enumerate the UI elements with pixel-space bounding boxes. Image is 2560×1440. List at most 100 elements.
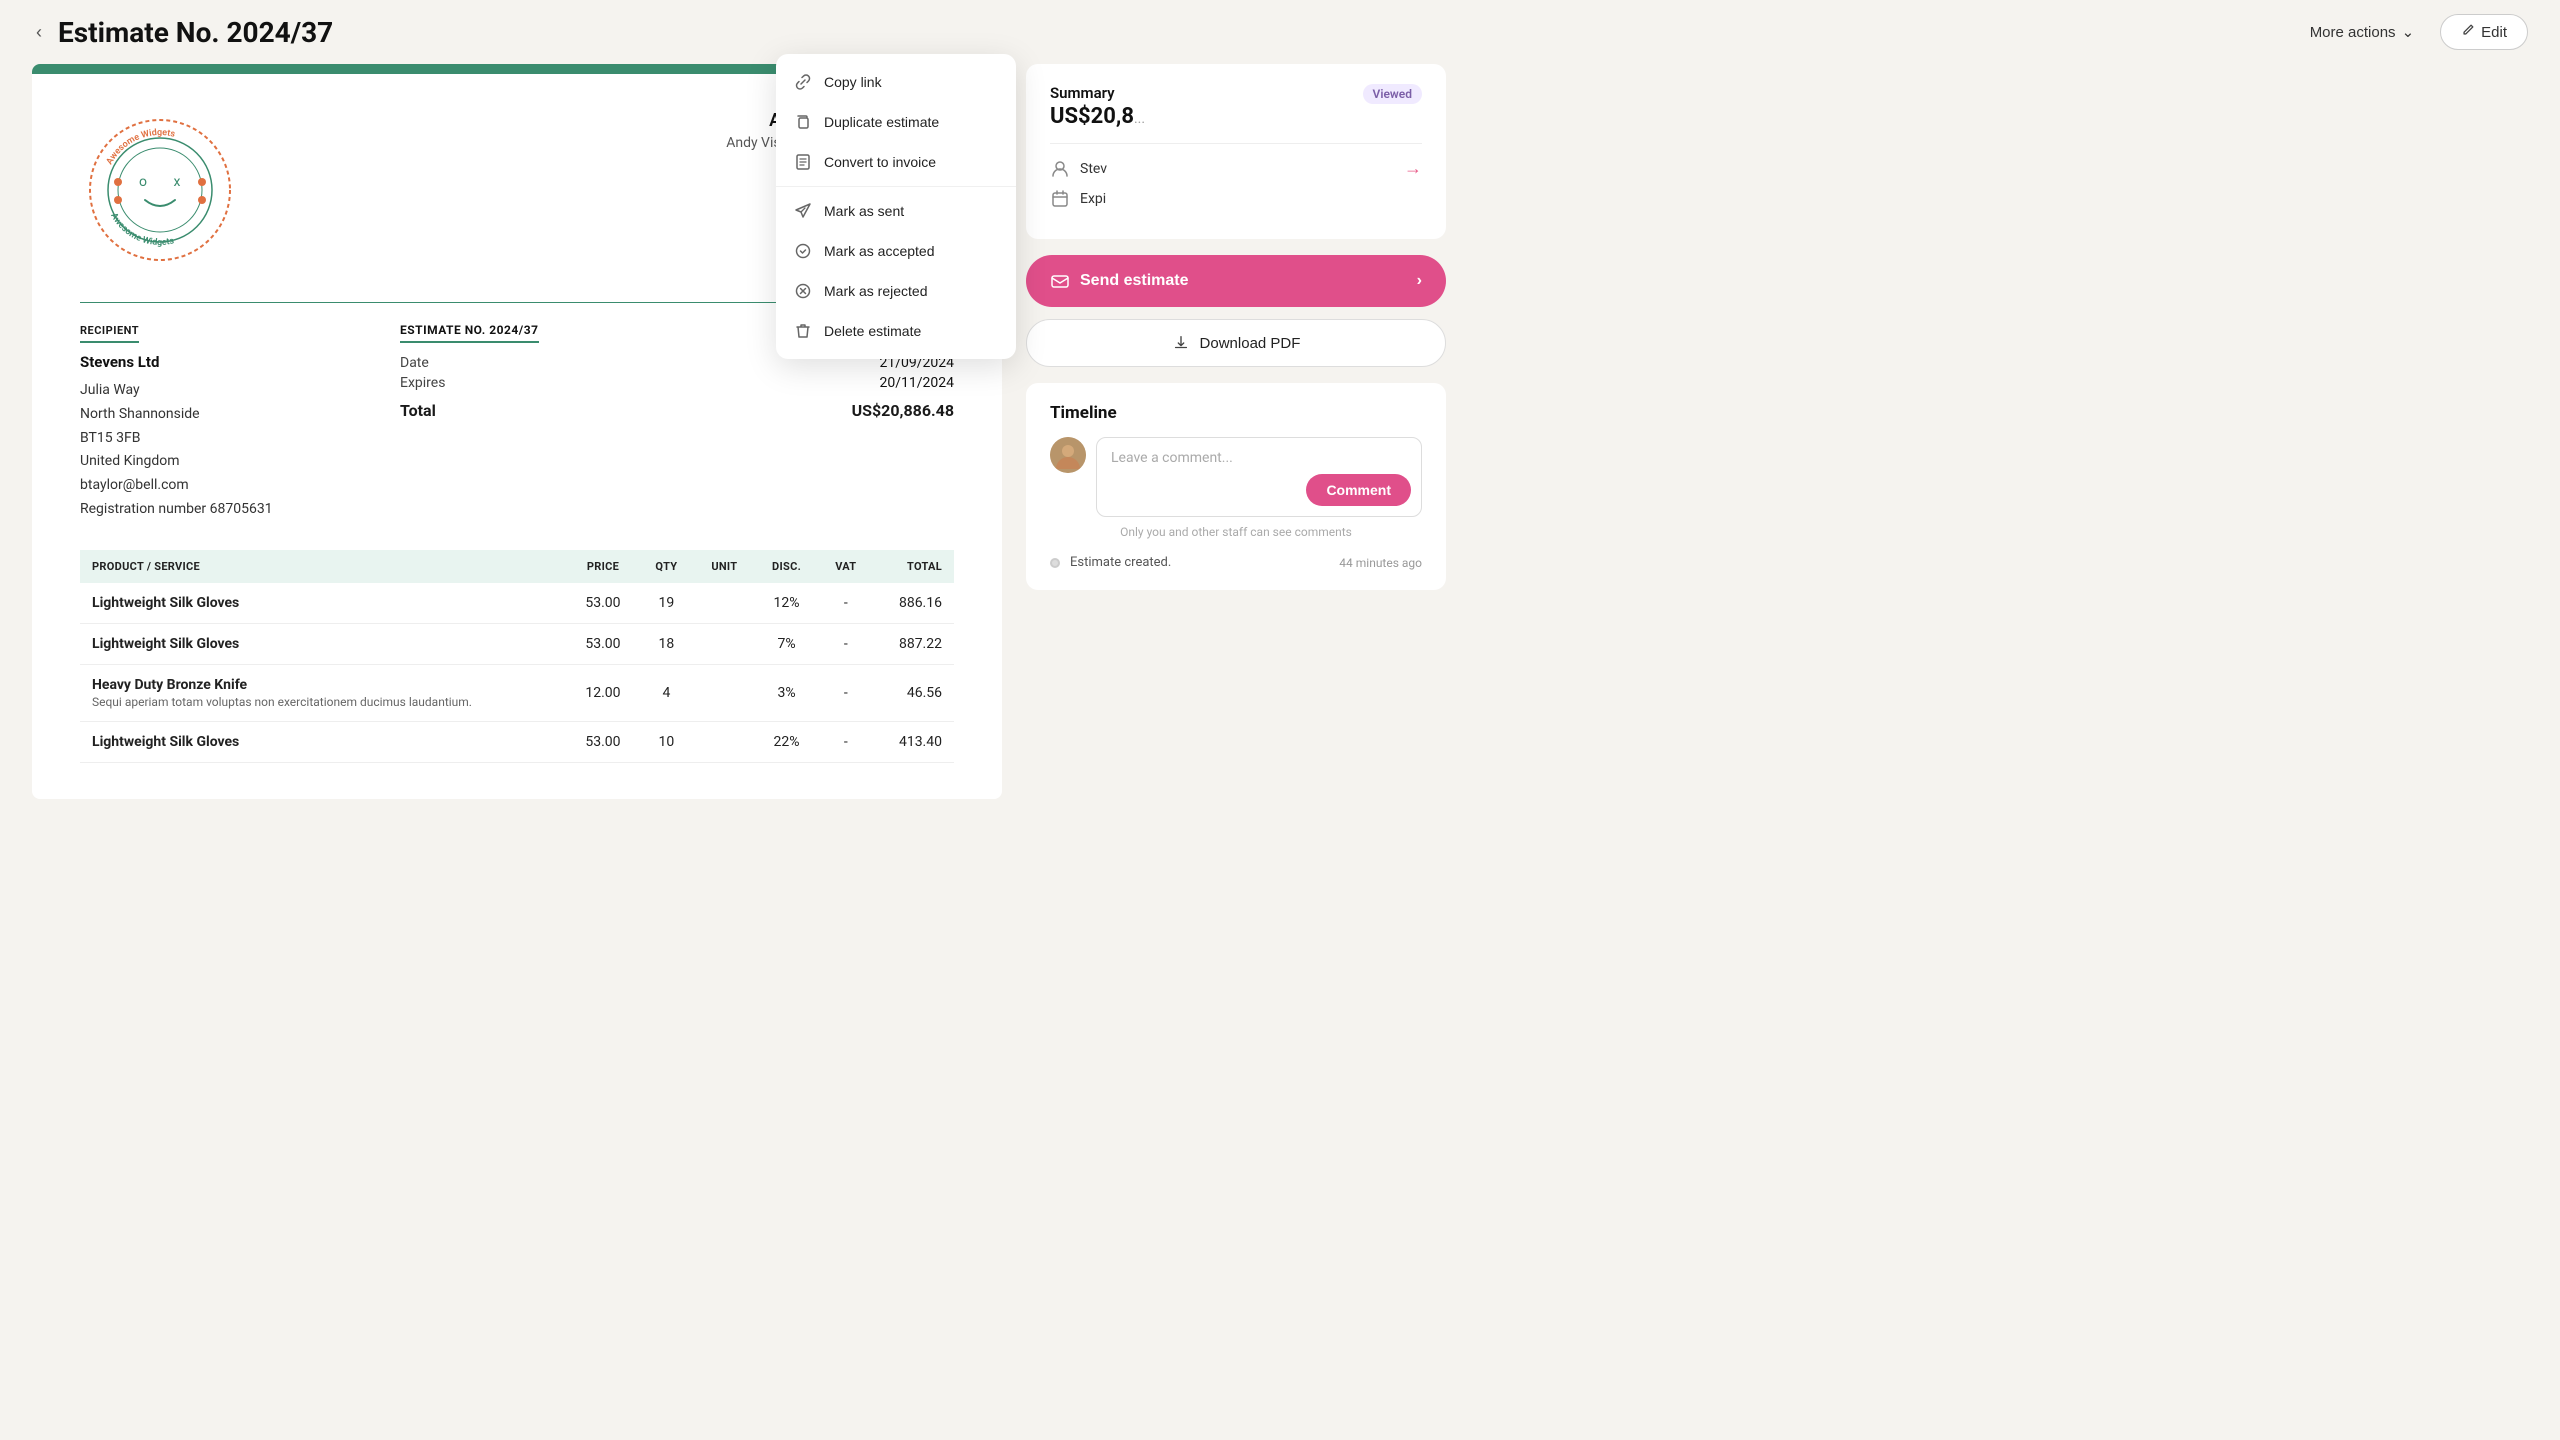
cell-total: 886.16: [873, 583, 954, 624]
pencil-icon: [2461, 23, 2475, 41]
cell-unit: [694, 664, 754, 721]
country: United Kingdom: [80, 450, 340, 474]
col-disc: DISC.: [755, 550, 819, 583]
chevron-down-icon: ⌄: [2402, 23, 2415, 41]
cell-qty: 18: [639, 623, 695, 664]
timeline-entry-time: 44 minutes ago: [1339, 556, 1422, 570]
table-row: Lightweight Silk Gloves 53.00 18 7% - 88…: [80, 623, 954, 664]
envelope-icon: [1050, 271, 1070, 291]
page-header: ‹ Estimate No. 2024/37 More actions ⌄ Ed…: [0, 0, 2560, 64]
address-line2: North Shannonside: [80, 403, 340, 427]
summary-divider: [1050, 143, 1422, 144]
cell-qty: 4: [639, 664, 695, 721]
dropdown-item-label: Copy link: [824, 74, 882, 90]
estimate-fields: Date 21/09/2024 Expires 20/11/2024 Total…: [400, 355, 954, 420]
comment-button[interactable]: Comment: [1306, 474, 1411, 506]
page-title: Estimate No. 2024/37: [58, 16, 2284, 49]
recipient-column: RECIPIENT Stevens Ltd Julia Way North Sh…: [80, 319, 340, 522]
cell-product: Heavy Duty Bronze Knife Sequi aperiam to…: [80, 664, 567, 721]
cell-price: 53.00: [567, 721, 638, 762]
avatar: [1050, 437, 1086, 473]
logo-area: o x Awesome Widgets: [80, 110, 240, 270]
items-table: PRODUCT / SERVICE PRICE QTY UNIT DISC. V…: [80, 550, 954, 763]
address-line1: Julia Way: [80, 379, 340, 403]
timeline-entry-text: Estimate created.: [1070, 555, 1171, 570]
col-total: TOTAL: [873, 550, 954, 583]
dropdown-item-label: Mark as rejected: [824, 283, 927, 299]
dropdown-item-copy-link[interactable]: Copy link: [776, 62, 1016, 102]
dropdown-item-mark-as-sent[interactable]: Mark as sent: [776, 191, 1016, 231]
total-label: Total: [400, 401, 436, 420]
person-label: Stev: [1080, 161, 1107, 177]
col-vat: VAT: [819, 550, 874, 583]
registration: Registration number 68705631: [80, 498, 340, 522]
cell-product: Lightweight Silk Gloves: [80, 623, 567, 664]
summary-card: Summary US$20,8... Viewed Stev → Expi: [1026, 64, 1446, 239]
dropdown-item-convert-to-invoice[interactable]: Convert to invoice: [776, 142, 1016, 182]
main-layout: o x Awesome Widgets: [0, 64, 2560, 831]
recipient-label: RECIPIENT: [80, 324, 139, 343]
link-icon: [794, 73, 812, 91]
expires-label: Expires: [400, 375, 445, 391]
dropdown-item-label: Mark as sent: [824, 203, 904, 219]
table-row: Heavy Duty Bronze Knife Sequi aperiam to…: [80, 664, 954, 721]
dropdown-item-label: Duplicate estimate: [824, 114, 939, 130]
cell-vat: -: [819, 623, 874, 664]
dropdown-item-label: Delete estimate: [824, 323, 921, 339]
cell-product: Lightweight Silk Gloves: [80, 583, 567, 624]
total-row: Total US$20,886.48: [400, 401, 954, 420]
timeline-title: Timeline: [1050, 403, 1422, 423]
timeline-dot: [1050, 558, 1060, 568]
cell-price: 53.00: [567, 583, 638, 624]
table-header: PRODUCT / SERVICE PRICE QTY UNIT DISC. V…: [80, 550, 954, 583]
duplicate-icon: [794, 113, 812, 131]
cell-price: 53.00: [567, 623, 638, 664]
items-tbody: Lightweight Silk Gloves 53.00 19 12% - 8…: [80, 583, 954, 763]
cell-price: 12.00: [567, 664, 638, 721]
more-actions-button[interactable]: More actions ⌄: [2296, 15, 2428, 49]
sent-icon: [794, 202, 812, 220]
dropdown-item-label: Convert to invoice: [824, 154, 936, 170]
recipient-details: Julia Way North Shannonside BT15 3FB Uni…: [80, 379, 340, 522]
summary-person-row: Stev →: [1050, 158, 1422, 179]
dropdown-item-mark-as-accepted[interactable]: Mark as accepted: [776, 231, 1016, 271]
dropdown-item-mark-as-rejected[interactable]: Mark as rejected: [776, 271, 1016, 311]
edit-label: Edit: [2481, 24, 2507, 41]
col-unit: UNIT: [694, 550, 754, 583]
svg-text:o: o: [139, 174, 147, 190]
back-button[interactable]: ‹: [32, 18, 46, 47]
cell-product: Lightweight Silk Gloves: [80, 721, 567, 762]
calendar-icon: [1050, 189, 1070, 209]
estimate-expires-row: Expires 20/11/2024: [400, 375, 954, 391]
dropdown-item-delete-estimate[interactable]: Delete estimate: [776, 311, 1016, 351]
person-icon: [1050, 159, 1070, 179]
summary-amount: US$20,8...: [1050, 104, 1145, 129]
expires-value: 20/11/2024: [880, 375, 955, 391]
delete-icon: [794, 322, 812, 340]
total-value: US$20,886.48: [852, 401, 954, 420]
arrow-icon: →: [1404, 158, 1422, 179]
cell-qty: 10: [639, 721, 695, 762]
download-pdf-button[interactable]: Download PDF: [1026, 319, 1446, 367]
comment-note: Only you and other staff can see comment…: [1050, 525, 1422, 539]
timeline-section: Timeline Leave a comment... Comment Only…: [1026, 383, 1446, 590]
dropdown-item-duplicate-estimate[interactable]: Duplicate estimate: [776, 102, 1016, 142]
download-icon: [1172, 334, 1190, 352]
timeline-entry: Estimate created. 44 minutes ago: [1050, 555, 1422, 570]
right-panel: Summary US$20,8... Viewed Stev → Expi Co…: [1026, 64, 1446, 590]
cell-unit: [694, 583, 754, 624]
recipient-name: Stevens Ltd: [80, 353, 340, 371]
send-estimate-button[interactable]: Send estimate ›: [1026, 255, 1446, 307]
estimate-number-label: ESTIMATE NO. 2024/37: [400, 323, 539, 343]
edit-button[interactable]: Edit: [2440, 14, 2528, 50]
address-line3: BT15 3FB: [80, 427, 340, 451]
viewed-badge: Viewed: [1363, 84, 1422, 104]
table-row: Lightweight Silk Gloves 53.00 19 12% - 8…: [80, 583, 954, 624]
cell-disc: 3%: [755, 664, 819, 721]
cell-unit: [694, 623, 754, 664]
dropdown-divider: [776, 186, 1016, 187]
col-price: PRICE: [567, 550, 638, 583]
cell-disc: 22%: [755, 721, 819, 762]
send-label: Send estimate: [1080, 272, 1188, 290]
cell-vat: -: [819, 664, 874, 721]
